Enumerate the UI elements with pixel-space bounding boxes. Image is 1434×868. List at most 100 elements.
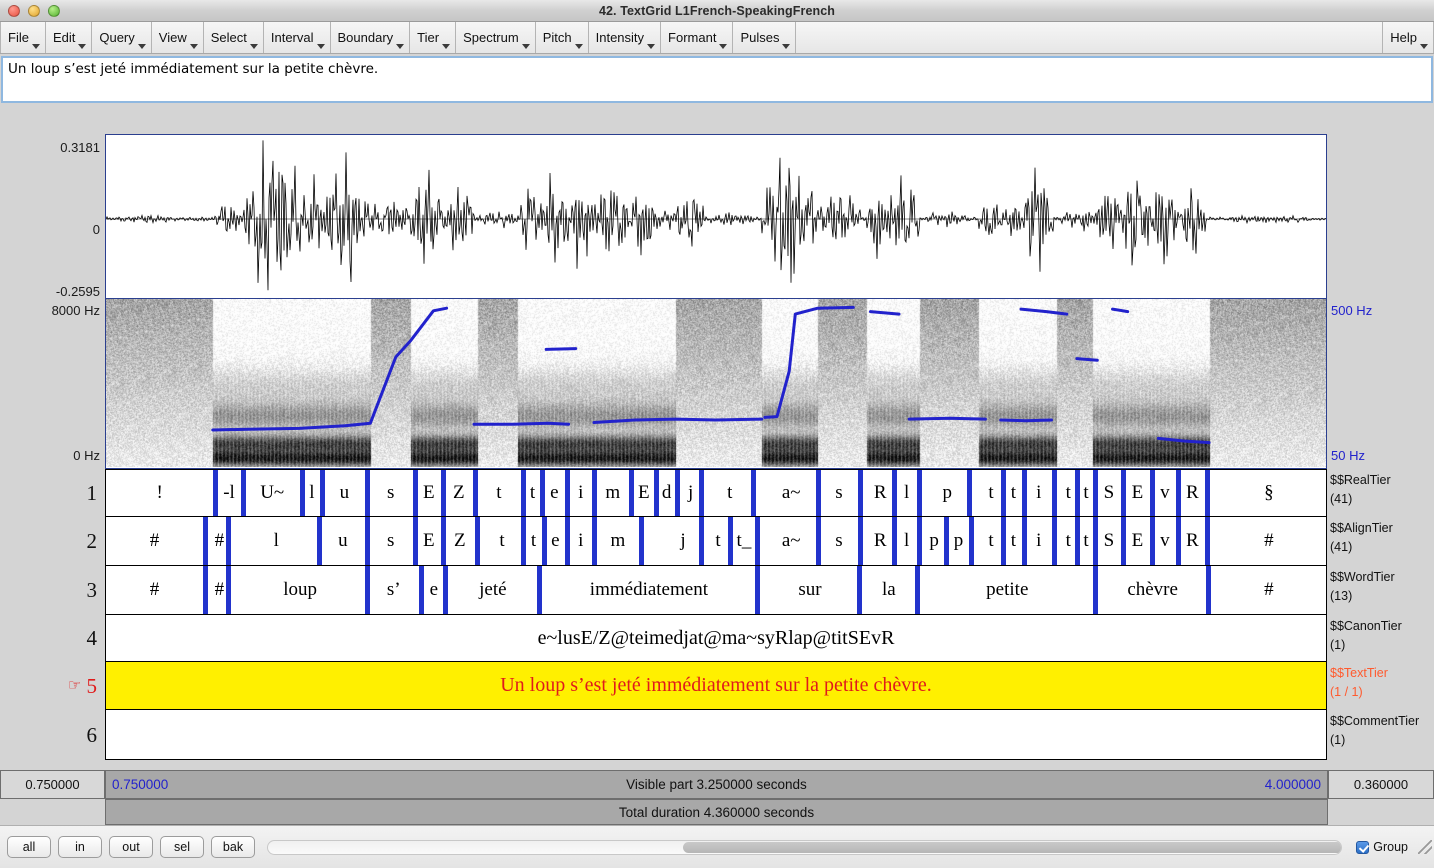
tier-1-interval[interactable]: p — [928, 470, 967, 516]
interval-boundary[interactable] — [699, 470, 705, 516]
interval-boundary[interactable] — [226, 517, 232, 565]
tier-1-interval[interactable]: S — [1097, 470, 1121, 516]
tier-1-interval[interactable]: d — [659, 470, 675, 516]
tier-1-interval[interactable]: Z — [445, 470, 472, 516]
tier-number-5[interactable]: 5 — [0, 662, 98, 710]
tier-1-interval[interactable]: i — [1026, 470, 1052, 516]
tier-1-interval[interactable]: e — [544, 470, 565, 516]
tier-3-interval[interactable]: s’ — [369, 566, 419, 614]
tier-1-interval[interactable]: t — [525, 470, 539, 516]
tier-2-interval[interactable]: a~ — [766, 517, 816, 565]
interval-boundary[interactable] — [857, 470, 863, 516]
tier-2-interval[interactable]: t — [708, 517, 727, 565]
interval-boundary[interactable] — [1205, 566, 1211, 614]
tier-2-interval[interactable]: j — [667, 517, 700, 565]
tier-5-text[interactable]: Un loup s’est jeté immédiatement sur la … — [106, 662, 1326, 709]
total-duration-bar[interactable]: Total duration 4.360000 seconds — [105, 799, 1328, 825]
tier-name-5[interactable]: $$TextTier (1 / 1) — [1330, 664, 1434, 703]
interval-boundary[interactable] — [203, 517, 209, 565]
tier-1-interval[interactable]: t — [477, 470, 522, 516]
tier-2-interval[interactable]: l — [896, 517, 916, 565]
tier-2-interval[interactable]: i — [1026, 517, 1052, 565]
group-checkbox-wrap[interactable]: Group — [1356, 840, 1408, 854]
visible-window-bar[interactable]: 0.750000 Visible part 3.250000 seconds 4… — [105, 770, 1328, 799]
tier-1-interval[interactable]: a~ — [766, 470, 816, 516]
tier-1-interval[interactable]: R — [1180, 470, 1204, 516]
tier-1-interval[interactable]: R — [868, 470, 892, 516]
interval-boundary[interactable] — [856, 566, 862, 614]
menu-edit[interactable]: Edit — [46, 22, 93, 53]
tier-1-interval[interactable]: v — [1154, 470, 1176, 516]
menu-view[interactable]: View — [152, 22, 204, 53]
tier-1-interval[interactable]: E — [633, 470, 654, 516]
tier-row-3[interactable]: # # loup s’ e jeté immédiatement sur la petite chè… — [105, 566, 1327, 615]
tier-2-interval[interactable]: t — [1061, 517, 1075, 565]
tier-1-interval[interactable]: t — [708, 470, 751, 516]
window-start-time[interactable]: 0.750000 — [106, 777, 174, 792]
tier-6-text[interactable] — [106, 710, 1326, 759]
interval-boundary[interactable] — [751, 470, 757, 516]
tier-row-6[interactable] — [105, 710, 1327, 760]
tier-2-interval[interactable]: u — [321, 517, 365, 565]
tier-1-interval[interactable]: s — [820, 470, 858, 516]
interval-boundary[interactable] — [755, 517, 761, 565]
tier-1-interval[interactable]: l — [304, 470, 320, 516]
menu-spectrum[interactable]: Spectrum — [456, 22, 536, 53]
tier-1-interval[interactable]: i — [569, 470, 592, 516]
tier-row-2[interactable]: # # l u s E Zt t e i m j t t_ a~ s Rl p p t t i t t S Ev R # — [105, 517, 1327, 566]
tier-2-interval[interactable]: t — [981, 517, 1001, 565]
tier-2-interval[interactable]: # — [212, 517, 226, 565]
menu-file[interactable]: File — [0, 22, 46, 53]
tier-row-1[interactable]: ! -l U~ l u s E Zt t e i m Ed j t a~ s Rl p t t i t t S Ev R § — [105, 469, 1327, 517]
interval-boundary[interactable] — [536, 566, 542, 614]
tier-2-interval[interactable]: # — [106, 517, 203, 565]
tier-2-interval[interactable]: E — [417, 517, 441, 565]
tier-2-interval[interactable]: p — [948, 517, 968, 565]
menu-interval[interactable]: Interval — [264, 22, 331, 53]
tier-2-interval[interactable]: # — [1212, 517, 1326, 565]
tier-2-interval[interactable]: m — [597, 517, 640, 565]
horizontal-scrollbar[interactable] — [267, 839, 1343, 855]
tier-1-interval[interactable]: t — [1079, 470, 1092, 516]
tier-row-4[interactable]: e~lusE/Z@teimedjat@ma~syRlap@titSEvR — [105, 615, 1327, 662]
tier-number-3[interactable]: 3 — [0, 566, 98, 615]
tier-3-interval[interactable]: # — [106, 566, 203, 614]
tier-row-5[interactable]: Un loup s’est jeté immédiatement sur la … — [105, 662, 1327, 710]
tier-1-interval[interactable]: u — [324, 470, 365, 516]
tier-2-interval[interactable]: R — [1180, 517, 1204, 565]
menu-select[interactable]: Select — [204, 22, 264, 53]
interval-boundary[interactable] — [203, 566, 209, 614]
interval-boundary[interactable] — [1204, 470, 1210, 516]
tier-3-interval[interactable]: chèvre — [1100, 566, 1206, 614]
tier-number-6[interactable]: 6 — [0, 710, 98, 760]
selection-start-field[interactable]: 0.750000 — [0, 770, 105, 799]
interval-boundary[interactable] — [1052, 470, 1057, 516]
tier-3-interval[interactable]: e — [425, 566, 443, 614]
tier-name-3[interactable]: $$WordTier (13) — [1330, 568, 1434, 607]
tier-4-text[interactable]: e~lusE/Z@teimedjat@ma~syRlap@titSEvR — [106, 615, 1326, 661]
tier-2-interval[interactable]: t — [525, 517, 541, 565]
interval-boundary[interactable] — [226, 566, 232, 614]
interval-boundary[interactable] — [916, 517, 922, 565]
zoom-bak-button[interactable]: bak — [211, 836, 255, 858]
tier-2-interval[interactable]: Z — [445, 517, 474, 565]
tier-2-interval[interactable]: i — [569, 517, 592, 565]
interval-boundary[interactable] — [699, 517, 705, 565]
zoom-out-button[interactable]: out — [109, 836, 153, 858]
menu-tier[interactable]: Tier — [410, 22, 457, 53]
interval-boundary[interactable] — [914, 566, 920, 614]
tier-name-6[interactable]: $$CommentTier (1) — [1330, 712, 1434, 751]
tier-3-interval[interactable]: immédiatement — [543, 566, 755, 614]
tier-2-interval[interactable]: e — [546, 517, 565, 565]
zoom-sel-button[interactable]: sel — [160, 836, 204, 858]
tier-1-interval[interactable]: § — [1212, 470, 1326, 516]
tier-1-interval[interactable]: t — [1061, 470, 1075, 516]
tier-1-interval[interactable]: s — [369, 470, 413, 516]
group-checkbox[interactable] — [1356, 840, 1370, 854]
tier-1-interval[interactable]: -l — [217, 470, 240, 516]
menu-pulses[interactable]: Pulses — [733, 22, 797, 53]
menu-pitch[interactable]: Pitch — [536, 22, 589, 53]
tier-1-interval[interactable]: E — [1125, 470, 1149, 516]
tier-2-interval[interactable]: R — [868, 517, 892, 565]
interval-boundary[interactable] — [968, 517, 974, 565]
